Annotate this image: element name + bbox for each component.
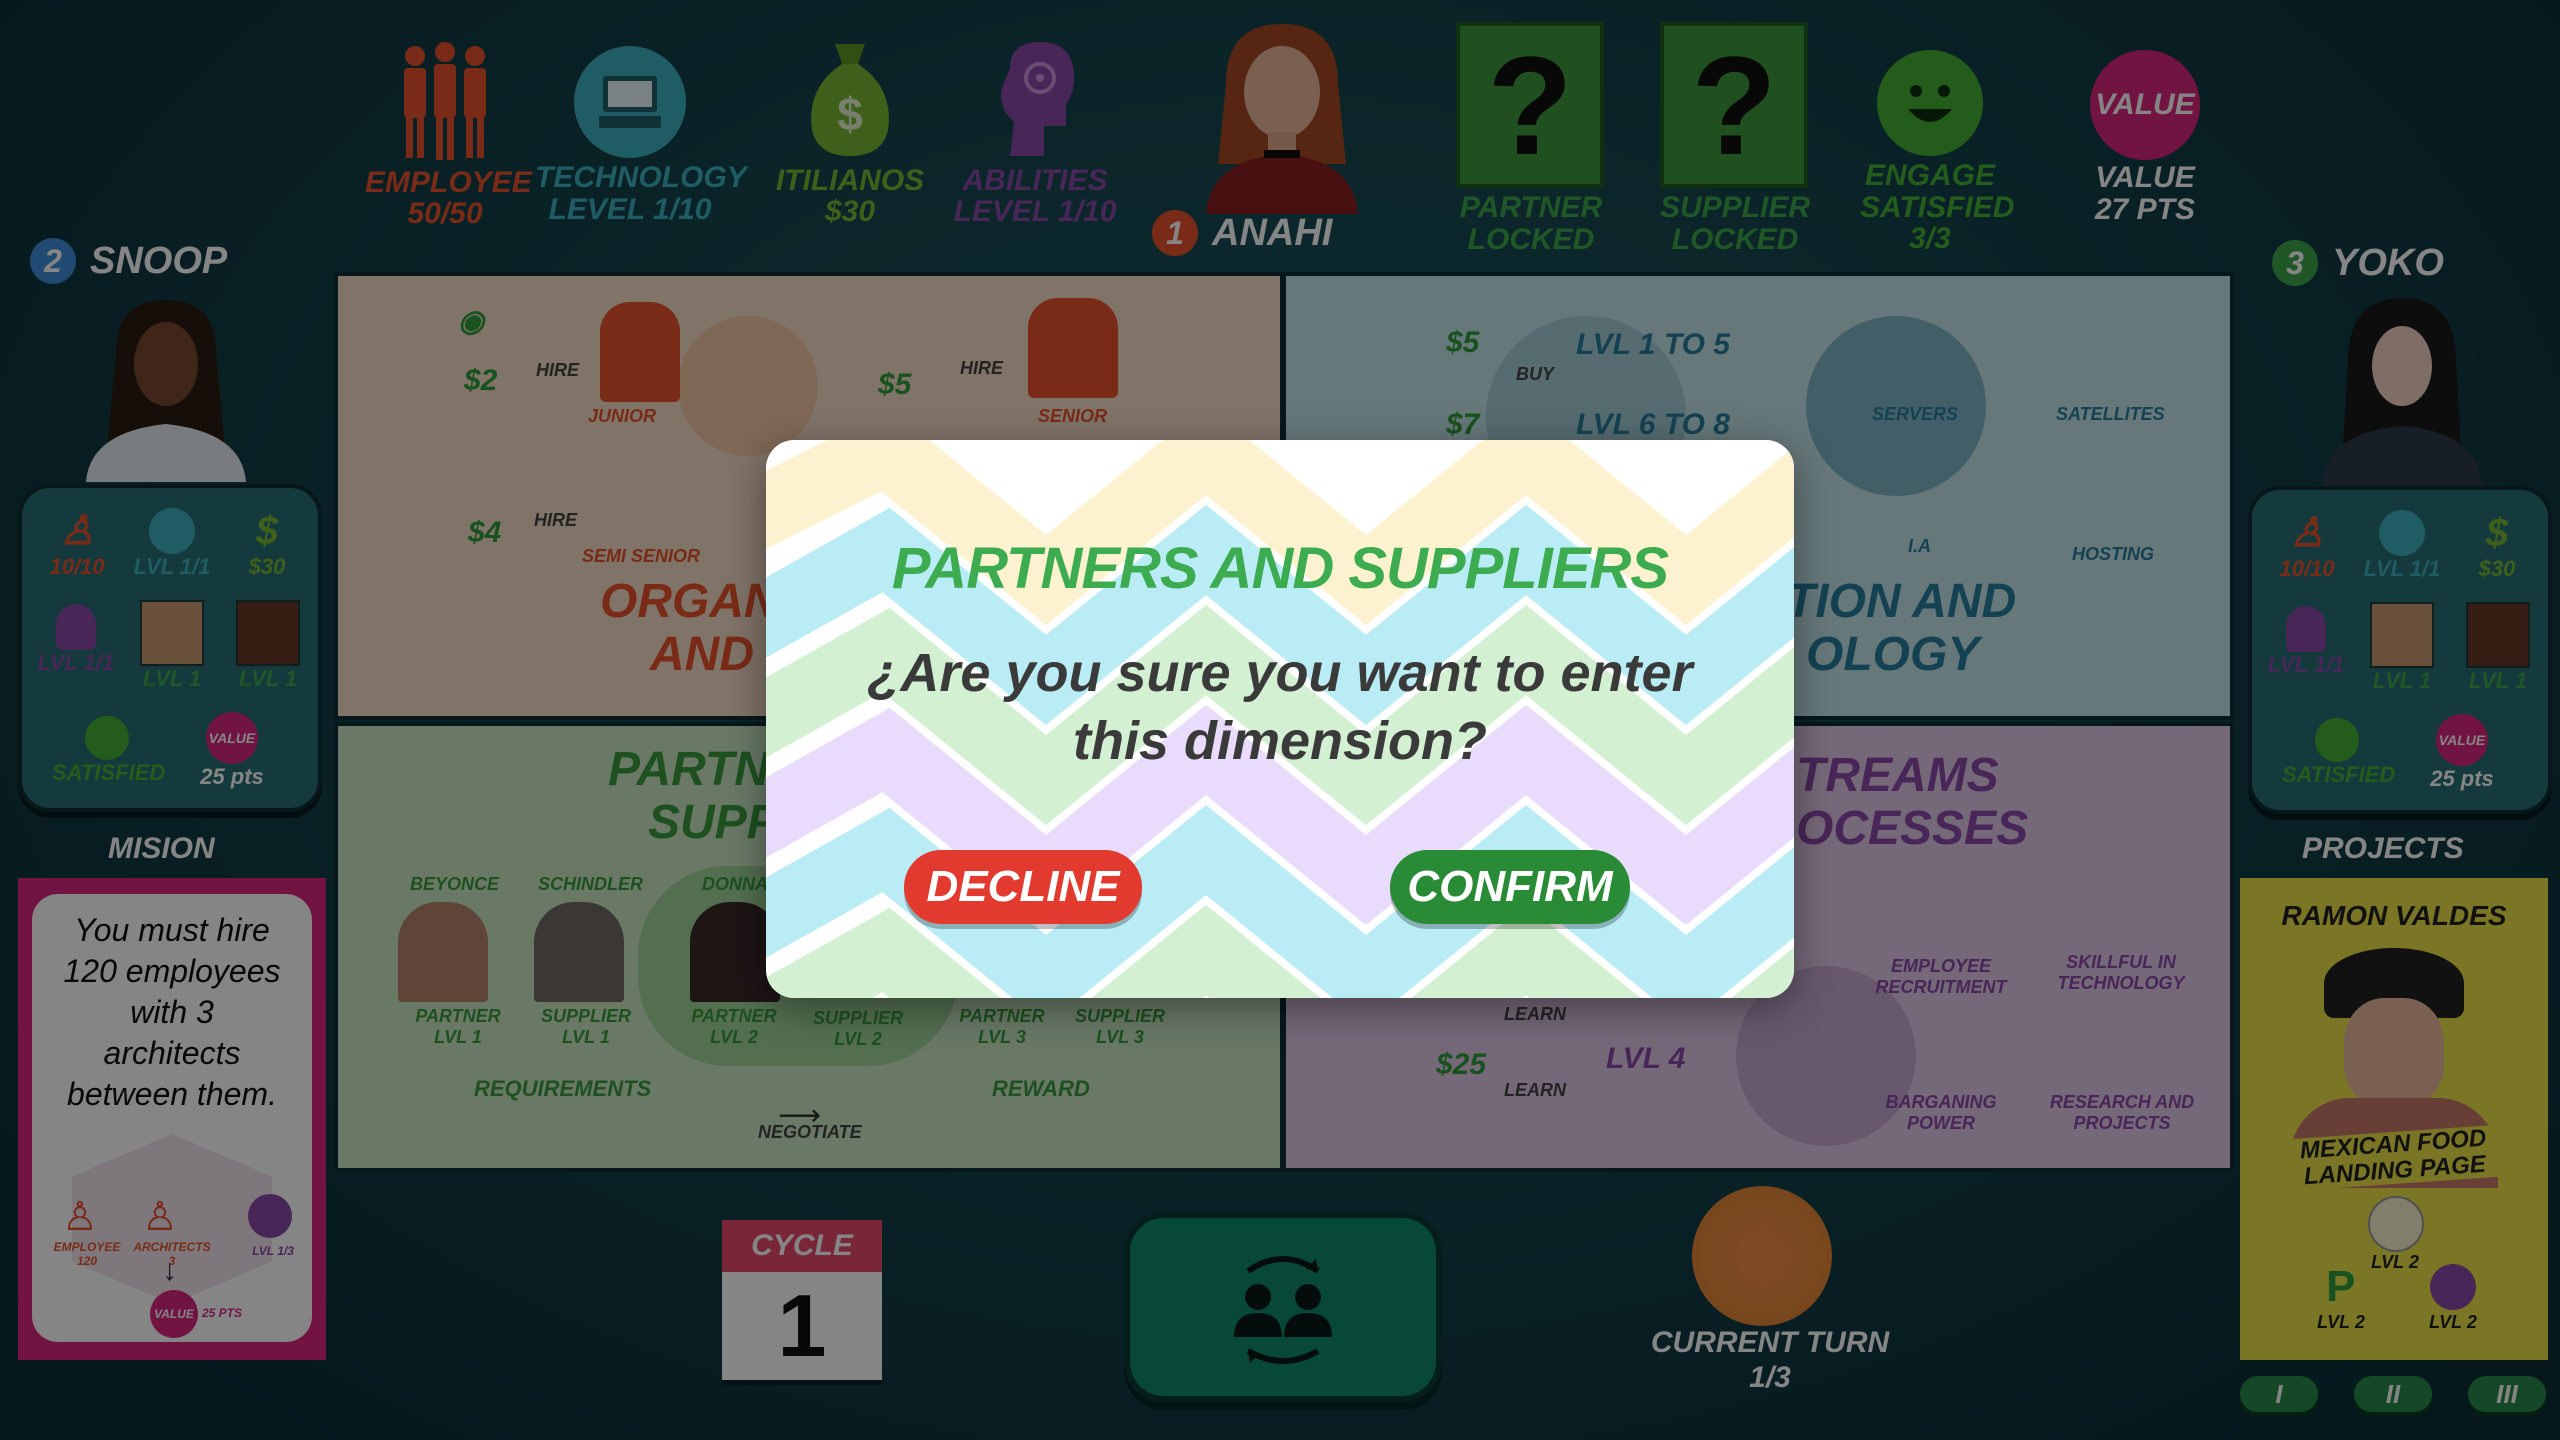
confirm-dimension-dialog: PARTNERS AND SUPPLIERS ¿Are you sure you… — [766, 440, 1794, 998]
dialog-question-line1: ¿Are you sure you want to enter — [867, 643, 1693, 703]
decline-button[interactable]: DECLINE — [904, 850, 1142, 924]
dialog-question-line2: this dimension? — [1072, 710, 1488, 771]
dialog-question: ¿Are you sure you want to enter this dim… — [766, 640, 1794, 775]
dialog-title: PARTNERS AND SUPPLIERS — [891, 536, 1669, 601]
confirm-button[interactable]: CONFIRM — [1390, 850, 1630, 924]
